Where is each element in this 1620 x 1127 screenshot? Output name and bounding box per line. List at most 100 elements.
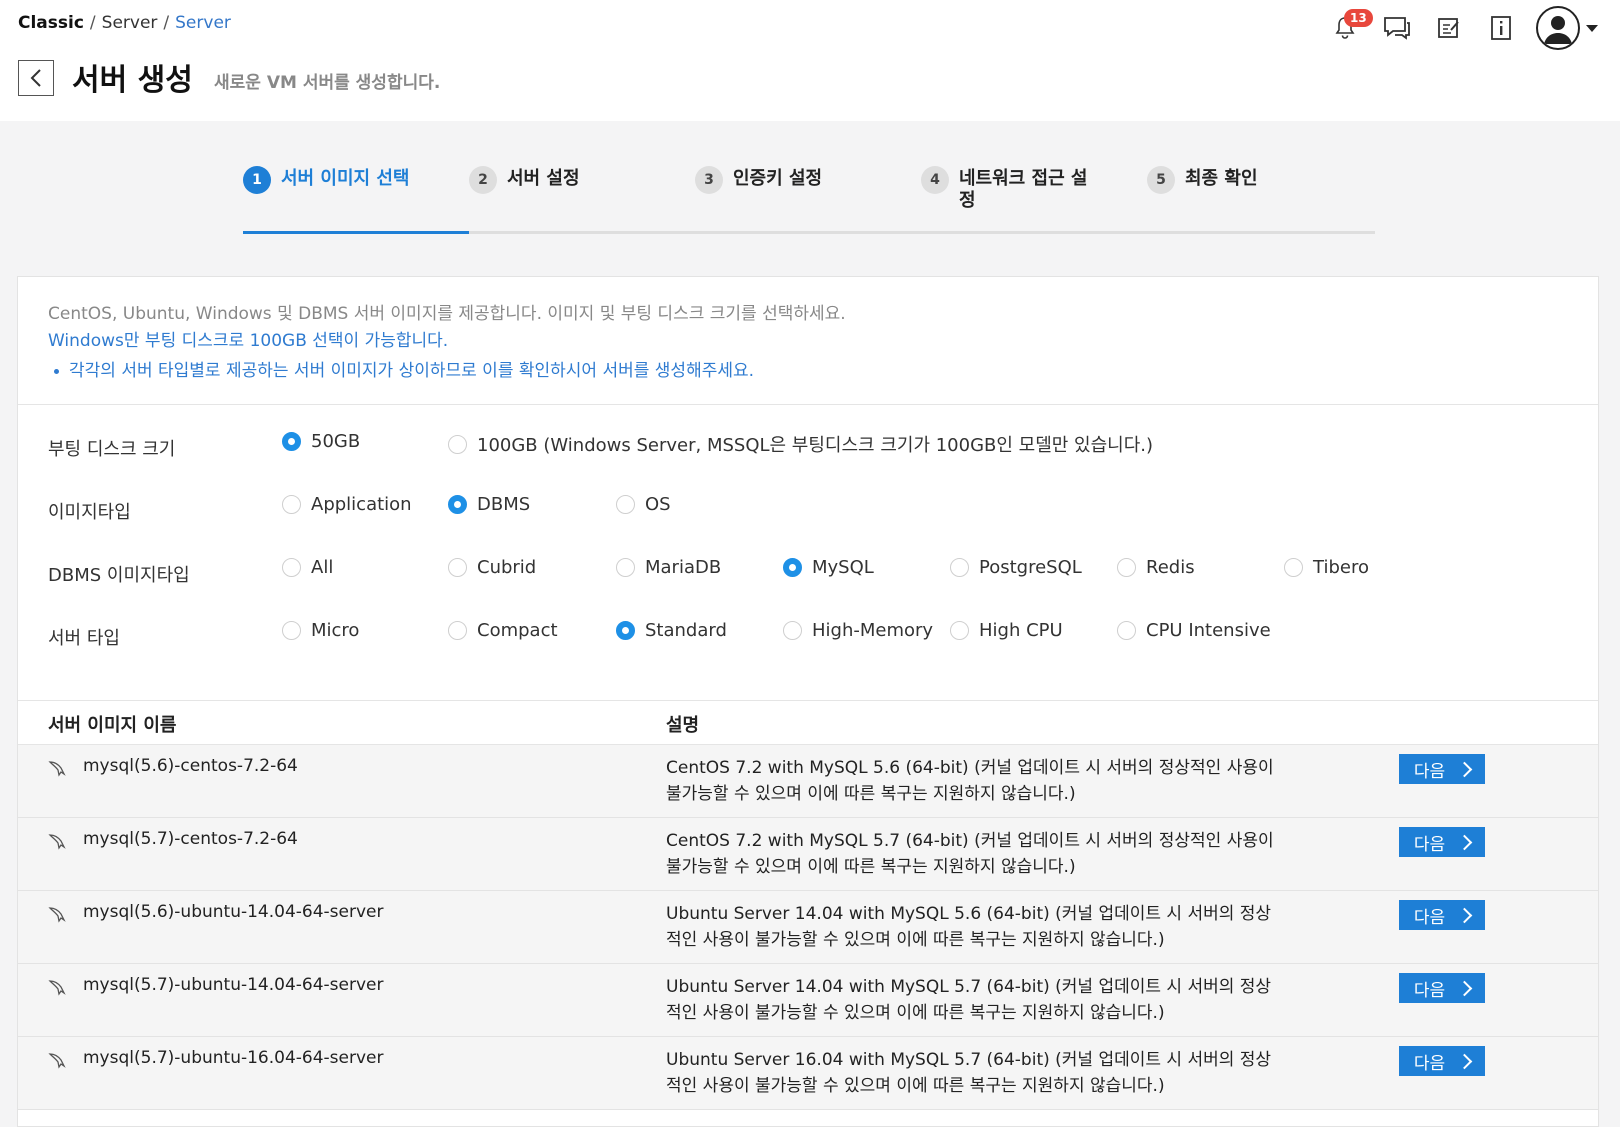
table-row[interactable]: mysql(5.6)-ubuntu-14.04-64-server Ubuntu… <box>18 891 1598 964</box>
radio-mysql[interactable]: MySQL <box>783 557 874 578</box>
radio-circle[interactable] <box>282 495 301 514</box>
step-network-access[interactable]: 4 네트워크 접근 설정 <box>921 166 1089 212</box>
intro-text: CentOS, Ubuntu, Windows 및 DBMS 서버 이미지를 제… <box>48 304 846 324</box>
table-row[interactable]: mysql(5.6)-centos-7.2-64 CentOS 7.2 with… <box>18 745 1598 818</box>
step-select-image[interactable]: 1 서버 이미지 선택 <box>243 166 411 194</box>
radio-label: Application <box>311 494 412 515</box>
breadcrumb-section[interactable]: Server <box>102 13 158 33</box>
radio-cubrid[interactable]: Cubrid <box>448 557 536 578</box>
dolphin-icon <box>48 1053 66 1069</box>
notification-badge: 13 <box>1344 9 1373 27</box>
back-arrow-icon <box>30 69 41 87</box>
dbms-type-row: DBMS 이미지타입 All Cubrid MariaDB MySQL Post… <box>48 557 1568 587</box>
step-number: 5 <box>1147 166 1175 194</box>
step-label: 네트워크 접근 설정 <box>959 168 1088 211</box>
radio-standard[interactable]: Standard <box>616 620 727 641</box>
radio-boot-100gb[interactable]: 100GB (Windows Server, MSSQL은 부팅디스크 크기가 … <box>448 431 1153 457</box>
radio-circle[interactable] <box>783 621 802 640</box>
radio-label: 100GB (Windows Server, MSSQL은 부팅디스크 크기가 … <box>477 435 1154 456</box>
radio-os[interactable]: OS <box>616 494 671 515</box>
image-description: Ubuntu Server 14.04 with MySQL 5.7 (64-b… <box>666 977 1272 1023</box>
radio-circle[interactable] <box>448 434 467 454</box>
radio-tibero[interactable]: Tibero <box>1284 557 1369 578</box>
radio-circle-checked[interactable] <box>783 558 802 577</box>
radio-circle[interactable] <box>282 558 301 577</box>
chevron-right-icon <box>1456 834 1473 850</box>
notification-button[interactable]: 13 <box>1328 9 1373 45</box>
image-name: mysql(5.6)-ubuntu-14.04-64-server <box>83 902 384 922</box>
back-button[interactable] <box>18 60 54 96</box>
table-row[interactable]: mysql(5.7)-ubuntu-16.04-64-server Ubuntu… <box>18 1037 1598 1110</box>
image-description: CentOS 7.2 with MySQL 5.7 (64-bit) (커널 업… <box>666 831 1274 877</box>
next-button[interactable]: 다음 <box>1399 827 1485 857</box>
table-row[interactable]: mysql(5.7)-centos-7.2-64 CentOS 7.2 with… <box>18 818 1598 891</box>
next-button[interactable]: 다음 <box>1399 900 1485 930</box>
intro-bullet-text: 각각의 서버 타입별로 제공하는 서버 이미지가 상이하므로 이를 확인하시어 … <box>69 361 755 381</box>
dolphin-icon <box>48 761 66 777</box>
step-number: 4 <box>921 166 949 194</box>
radio-circle[interactable] <box>616 558 635 577</box>
image-description: Ubuntu Server 14.04 with MySQL 5.6 (64-b… <box>666 904 1272 950</box>
radio-circle[interactable] <box>1117 558 1136 577</box>
breadcrumb-root[interactable]: Classic <box>18 13 84 33</box>
radio-circle[interactable] <box>1284 558 1303 577</box>
info-icon <box>1491 16 1511 40</box>
next-button-label: 다음 <box>1413 1053 1446 1074</box>
radio-high-memory[interactable]: High-Memory <box>783 620 933 641</box>
memo-icon <box>1438 18 1459 38</box>
radio-label: DBMS <box>477 494 531 515</box>
radio-circle-checked[interactable] <box>282 432 301 451</box>
image-table-body: mysql(5.6)-centos-7.2-64 CentOS 7.2 with… <box>18 745 1598 1110</box>
step-server-settings[interactable]: 2 서버 설정 <box>469 166 637 194</box>
radio-mariadb[interactable]: MariaDB <box>616 557 721 578</box>
radio-label: PostgreSQL <box>979 557 1082 578</box>
next-button-label: 다음 <box>1413 834 1446 855</box>
radio-boot-50gb[interactable]: 50GB <box>282 431 360 452</box>
radio-circle[interactable] <box>1117 621 1136 640</box>
info-button[interactable] <box>1484 11 1518 45</box>
radio-dbms[interactable]: DBMS <box>448 494 530 515</box>
radio-high-cpu[interactable]: High CPU <box>950 620 1063 641</box>
header-toolbar: 13 <box>1328 6 1598 50</box>
radio-label: Redis <box>1146 557 1195 578</box>
image-table-header: 서버 이미지 이름 설명 <box>18 700 1598 745</box>
boot-disk-label: 부팅 디스크 크기 <box>48 439 176 460</box>
bullet-dot <box>54 368 59 374</box>
next-button[interactable]: 다음 <box>1399 754 1485 784</box>
radio-circle-checked[interactable] <box>616 621 635 640</box>
memo-button[interactable] <box>1432 11 1466 45</box>
radio-postgresql[interactable]: PostgreSQL <box>950 557 1082 578</box>
table-row[interactable]: mysql(5.7)-ubuntu-14.04-64-server Ubuntu… <box>18 964 1598 1037</box>
chat-button[interactable] <box>1380 11 1414 45</box>
breadcrumb-separator: / <box>89 13 96 33</box>
boot-disk-row: 부팅 디스크 크기 50GB 100GB (Windows Server, MS… <box>48 431 1568 461</box>
radio-circle[interactable] <box>950 621 969 640</box>
image-type-label: 이미지타입 <box>48 502 131 523</box>
image-selection-card: CentOS, Ubuntu, Windows 및 DBMS 서버 이미지를 제… <box>17 276 1599 1127</box>
step-auth-key[interactable]: 3 인증키 설정 <box>695 166 863 194</box>
dolphin-icon <box>48 907 66 923</box>
radio-cpu-intensive[interactable]: CPU Intensive <box>1117 620 1271 641</box>
radio-circle[interactable] <box>616 495 635 514</box>
image-name: mysql(5.7)-ubuntu-16.04-64-server <box>83 1048 384 1068</box>
radio-compact[interactable]: Compact <box>448 620 558 641</box>
user-menu[interactable] <box>1536 6 1598 50</box>
breadcrumb-current[interactable]: Server <box>175 13 231 33</box>
radio-circle[interactable] <box>282 621 301 640</box>
breadcrumb-separator: / <box>163 13 170 33</box>
radio-circle[interactable] <box>448 621 467 640</box>
step-number: 2 <box>469 166 497 194</box>
radio-circle[interactable] <box>950 558 969 577</box>
next-button[interactable]: 다음 <box>1399 1046 1485 1076</box>
next-button[interactable]: 다음 <box>1399 973 1485 1003</box>
step-final-review[interactable]: 5 최종 확인 <box>1147 166 1315 194</box>
radio-circle-checked[interactable] <box>448 495 467 514</box>
radio-circle[interactable] <box>448 558 467 577</box>
step-label: 서버 이미지 선택 <box>281 168 410 189</box>
radio-application[interactable]: Application <box>282 494 412 515</box>
radio-label: High-Memory <box>812 620 934 641</box>
filter-options: 부팅 디스크 크기 50GB 100GB (Windows Server, MS… <box>18 405 1598 695</box>
radio-redis[interactable]: Redis <box>1117 557 1195 578</box>
radio-micro[interactable]: Micro <box>282 620 359 641</box>
radio-all[interactable]: All <box>282 557 333 578</box>
